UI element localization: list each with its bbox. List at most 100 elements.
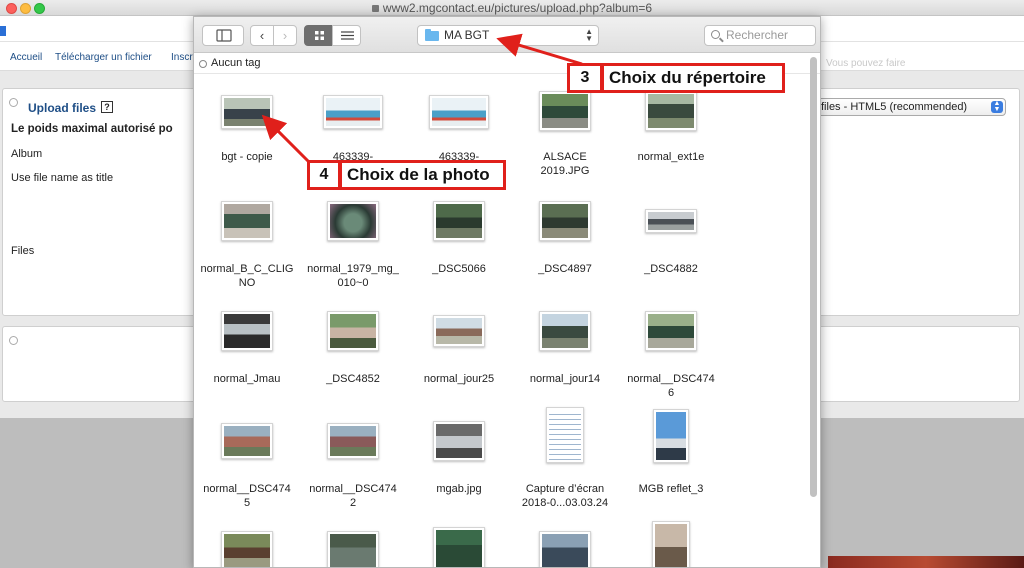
file-item[interactable]: normal__DSC474 2	[300, 407, 406, 519]
background-image-fragment	[828, 556, 1024, 568]
file-item[interactable]: _DSC4852	[300, 297, 406, 409]
tag-circle-icon[interactable]	[199, 60, 207, 68]
file-thumbnail	[327, 311, 379, 351]
file-thumbnail	[221, 531, 273, 567]
file-name: normal_ext1e	[637, 151, 705, 163]
upload-method-select[interactable]: files - HTML5 (recommended) ▲ ▼	[816, 98, 1006, 116]
file-thumbnail	[433, 315, 485, 347]
file-grid: bgt - copie 463339- 463339- ALSACE 2019.…	[194, 77, 806, 567]
chevron-updown-icon: ▲ ▼	[991, 100, 1003, 113]
file-item[interactable]: MGB reflet_3	[618, 407, 724, 519]
file-thumbnail	[327, 423, 379, 459]
file-item[interactable]: ALSACE 2019.JPG	[512, 77, 618, 189]
file-thumbnail	[653, 409, 689, 463]
panel2-toggle-radio[interactable]	[9, 336, 18, 345]
file-name-line2: 2	[349, 497, 357, 509]
file-name: normal_jour25	[423, 373, 495, 385]
file-item[interactable]: normal_ext1e	[618, 77, 724, 189]
upload-files-title[interactable]: Upload files	[28, 101, 96, 115]
file-thumbnail	[221, 201, 273, 241]
file-name: normal_B_C_CLIG	[200, 263, 294, 275]
file-name: MGB reflet_3	[638, 483, 704, 495]
file-thumbnail	[327, 201, 379, 241]
use-filename-label: Use file name as title	[11, 172, 114, 184]
file-thumbnail	[433, 527, 485, 567]
url-text: www2.mgcontact.eu/pictures/upload.php?al…	[382, 1, 653, 15]
menu-item-upload[interactable]: Télécharger un fichier	[55, 52, 152, 63]
file-item[interactable]	[512, 517, 618, 567]
search-field[interactable]: Rechercher	[704, 25, 816, 46]
menu-item-inscription[interactable]: Inscr	[171, 52, 193, 63]
sidebar-icon	[216, 29, 232, 42]
file-name: Capture d’écran	[525, 483, 605, 495]
file-thumbnail	[323, 95, 383, 129]
file-item[interactable]	[618, 517, 724, 567]
file-name: _DSC4852	[326, 373, 380, 385]
file-name-line2: 2019.JPG	[540, 165, 590, 177]
lock-icon	[371, 5, 379, 12]
help-icon[interactable]: ?	[101, 101, 113, 113]
browser-titlebar: www2.mgcontact.eu/pictures/upload.php?al…	[0, 0, 1024, 16]
scrollbar-thumb[interactable]	[810, 57, 817, 497]
file-name: normal__DSC474	[627, 373, 715, 385]
menu-item-accueil[interactable]: Accueil	[10, 52, 42, 63]
file-item[interactable]: _DSC5066	[406, 187, 512, 299]
file-item[interactable]: normal__DSC474 5	[194, 407, 300, 519]
file-item[interactable]: normal_jour14	[512, 297, 618, 409]
file-name-line2: 6	[667, 387, 675, 399]
list-view-icon	[341, 31, 354, 40]
dialog-toolbar: ‹ › MA BGT ▲ ▼ Rechercher	[194, 17, 820, 53]
file-thumbnail	[221, 95, 273, 129]
file-name: _DSC4882	[644, 263, 698, 275]
file-thumbnail	[327, 531, 379, 567]
file-item[interactable]	[300, 517, 406, 567]
file-thumbnail	[539, 311, 591, 351]
file-thumbnail	[221, 423, 273, 459]
file-item[interactable]: _DSC4897	[512, 187, 618, 299]
file-item[interactable]: mgab.jpg	[406, 407, 512, 519]
file-item[interactable]: normal_B_C_CLIG NO	[194, 187, 300, 299]
file-picker-dialog: ‹ › MA BGT ▲ ▼ Rechercher Aucun tag bgt -…	[193, 16, 821, 568]
file-name: normal__DSC474	[203, 483, 291, 495]
file-item[interactable]: normal_1979_mg_ 010~0	[300, 187, 406, 299]
file-name: mgab.jpg	[436, 483, 482, 495]
list-view-button[interactable]	[332, 25, 361, 46]
file-thumbnail	[539, 531, 591, 567]
file-item[interactable]: Capture d’écran 2018-0...03.03.24	[512, 407, 618, 519]
folder-icon	[425, 29, 439, 41]
forward-button[interactable]: ›	[273, 25, 297, 46]
faded-hint-text: Vous pouvez faire	[826, 58, 906, 69]
search-icon	[711, 30, 720, 39]
file-name: bgt - copie	[221, 151, 273, 163]
panel-toggle-radio[interactable]	[9, 98, 18, 107]
file-item[interactable]: bgt - copie	[194, 77, 300, 189]
file-name: normal_1979_mg_	[307, 263, 399, 275]
file-thumbnail	[645, 311, 697, 351]
vertical-scrollbar[interactable]	[808, 57, 818, 567]
file-name: _DSC5066	[432, 263, 486, 275]
file-item[interactable]: _DSC4882	[618, 187, 724, 299]
site-logo-fragment	[0, 26, 6, 36]
file-item[interactable]: normal__DSC474 6	[618, 297, 724, 409]
icon-view-button[interactable]	[304, 25, 333, 46]
tag-filter-label[interactable]: Aucun tag	[211, 57, 261, 69]
max-weight-label: Le poids maximal autorisé po	[11, 123, 173, 135]
address-bar[interactable]: www2.mgcontact.eu/pictures/upload.php?al…	[0, 1, 1024, 15]
file-name-line2: 010~0	[337, 277, 369, 289]
folder-name: MA BGT	[444, 28, 490, 42]
toggle-sidebar-button[interactable]	[202, 25, 244, 46]
file-name: normal_Jmau	[213, 373, 281, 385]
file-thumbnail	[645, 91, 697, 131]
file-item[interactable]: normal_jour25	[406, 297, 512, 409]
file-item[interactable]	[406, 517, 512, 567]
annotation-step4-text: Choix de la photo	[339, 160, 506, 190]
file-name: _DSC4897	[538, 263, 592, 275]
annotation-step4-number: 4	[307, 160, 341, 190]
folder-location-select[interactable]: MA BGT ▲ ▼	[417, 25, 599, 46]
back-button[interactable]: ‹	[250, 25, 274, 46]
upload-method-value: files - HTML5 (recommended)	[821, 101, 968, 113]
file-item[interactable]	[194, 517, 300, 567]
chevron-updown-icon: ▲ ▼	[585, 27, 593, 43]
file-thumbnail	[221, 311, 273, 351]
file-item[interactable]: normal_Jmau	[194, 297, 300, 409]
